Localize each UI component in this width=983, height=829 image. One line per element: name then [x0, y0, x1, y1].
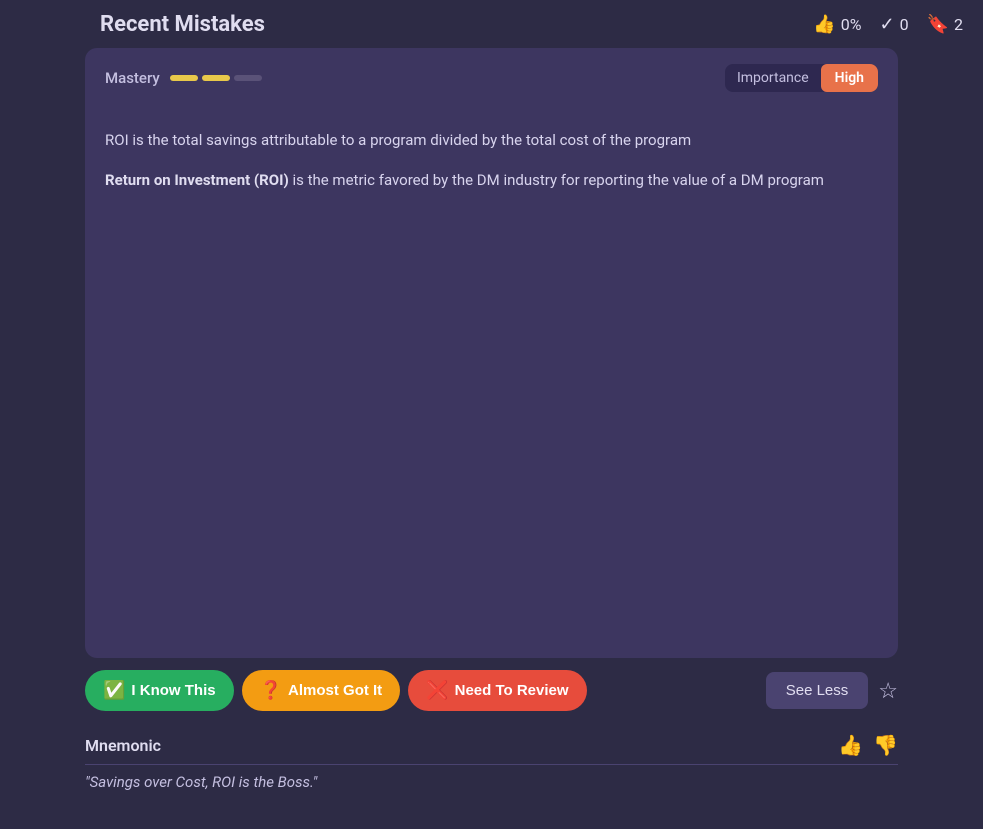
star-icon: ☆ [878, 678, 898, 703]
checkmark-circle-icon: ✅ [103, 680, 125, 701]
star-button[interactable]: ☆ [878, 678, 898, 704]
content-line1: ROI is the total savings attributable to… [105, 128, 878, 152]
stat-check: ✓ 0 [879, 14, 908, 35]
x-circle-icon: ❌ [426, 680, 448, 701]
mastery-section: Mastery [105, 69, 262, 87]
thumbsup-icon: 👍 [813, 14, 835, 35]
mnemonic-section: Mnemonic 👍 👎 "Savings over Cost, ROI is … [85, 723, 898, 801]
content-rest: is the metric favored by the DM industry… [289, 171, 824, 189]
need-to-review-button[interactable]: ❌ Need To Review [408, 670, 586, 711]
mnemonic-header: Mnemonic 👍 👎 [85, 733, 898, 765]
page-container: Recent Mistakes 👍 0% ✓ 0 🔖 2 Mastery [0, 0, 983, 829]
question-circle-icon: ❓ [260, 680, 282, 701]
mastery-seg-3 [234, 75, 262, 81]
stat-bookmark: 🔖 2 [927, 14, 963, 35]
mnemonic-vote-row: 👍 👎 [838, 733, 898, 758]
mnemonic-title: Mnemonic [85, 736, 161, 755]
card-top-bar: Mastery Importance High [85, 48, 898, 108]
content-bold: Return on Investment (ROI) [105, 171, 289, 189]
almost-got-it-button[interactable]: ❓ Almost Got It [242, 670, 401, 711]
importance-label: Importance [725, 64, 821, 92]
card-content: ROI is the total savings attributable to… [85, 108, 898, 658]
mastery-seg-2 [202, 75, 230, 81]
importance-badge: High [821, 64, 878, 92]
page-title: Recent Mistakes [100, 12, 265, 37]
answer-buttons: ✅ I Know This ❓ Almost Got It ❌ Need To … [85, 670, 587, 711]
mnemonic-text: "Savings over Cost, ROI is the Boss." [85, 773, 898, 791]
action-row: ✅ I Know This ❓ Almost Got It ❌ Need To … [0, 658, 983, 723]
mnemonic-downvote-button[interactable]: 👎 [873, 733, 898, 758]
mastery-bar [170, 75, 262, 81]
mnemonic-upvote-button[interactable]: 👍 [838, 733, 863, 758]
mastery-seg-1 [170, 75, 198, 81]
mastery-label: Mastery [105, 69, 160, 87]
header-bar: Recent Mistakes 👍 0% ✓ 0 🔖 2 [0, 0, 983, 48]
check-icon: ✓ [879, 14, 894, 35]
see-less-button[interactable]: See Less [766, 672, 869, 709]
bookmark-icon: 🔖 [927, 14, 949, 35]
flashcard: Mastery Importance High ROI is the total… [85, 48, 898, 658]
right-buttons: See Less ☆ [766, 672, 898, 709]
thumbsdown-mnemonic-icon: 👎 [873, 735, 898, 757]
content-line2: Return on Investment (ROI) is the metric… [105, 168, 878, 192]
thumbsup-mnemonic-icon: 👍 [838, 735, 863, 757]
know-this-button[interactable]: ✅ I Know This [85, 670, 234, 711]
stat-percentage: 👍 0% [813, 14, 861, 35]
header-stats: 👍 0% ✓ 0 🔖 2 [813, 14, 963, 35]
importance-section: Importance High [725, 64, 878, 92]
